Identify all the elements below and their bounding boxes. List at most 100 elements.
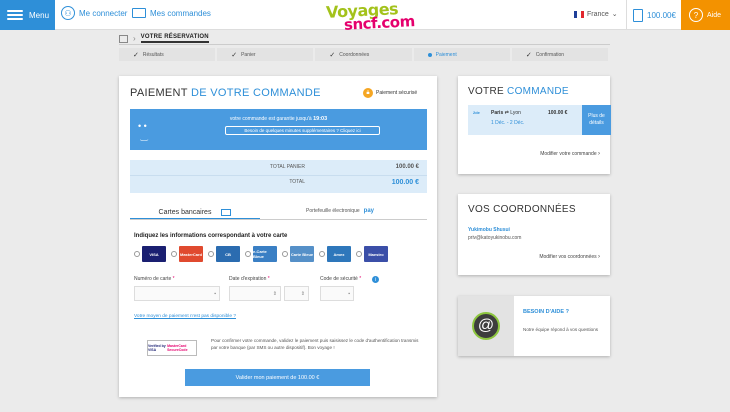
card-number-label: Numéro de carte * — [134, 276, 175, 282]
trip-origin: Paris — [491, 110, 504, 116]
breadcrumb-title: VOTRE RÉSERVATION — [140, 34, 209, 43]
card-type-options: VISA MasterCard CB e-Carte Bleue Carte B… — [134, 246, 388, 262]
tab-divider — [130, 219, 427, 220]
card-option-cb[interactable]: CB — [208, 246, 240, 262]
expiry-label-text: Date d'expiration — [229, 276, 267, 282]
total-panier-value: 100.00 € — [395, 164, 419, 170]
cart-button[interactable]: 100.00€ — [626, 0, 681, 30]
totals-box: TOTAL PANIER 100.00 € TOTAL 100.00 € — [130, 160, 427, 193]
step-coordonnees[interactable]: ✓ Coordonnées — [315, 48, 414, 61]
3d-secure-logos: Verified by VISA MasterCard SecureCode — [147, 340, 197, 356]
help-title: BESOIN D'AIDE ? — [523, 309, 569, 315]
radio-button[interactable] — [171, 251, 177, 257]
validate-payment-button[interactable]: Valider mon paiement de 100.00 € — [185, 369, 370, 386]
radio-button[interactable] — [245, 251, 251, 257]
tab-e-wallet[interactable]: Portefeuille électronique pay — [306, 208, 374, 214]
radio-button[interactable] — [208, 251, 214, 257]
modify-order-label: Modifier votre commande — [540, 151, 597, 157]
step-label: Confirmation — [535, 51, 565, 58]
my-orders-link[interactable]: Mes commandes — [132, 8, 211, 18]
tab-e-wallet-label: Portefeuille électronique — [306, 208, 360, 214]
verified-by-visa-logo: Verified by VISA — [148, 344, 166, 352]
order-title-part2: COMMANDE — [507, 86, 569, 97]
lock-icon: 🔒︎ — [363, 88, 373, 98]
tab-bank-cards[interactable]: Cartes bancaires — [130, 206, 260, 220]
check-icon: ✓ — [525, 51, 532, 59]
card-option-amex[interactable]: Amex — [319, 246, 351, 262]
menu-label: Menu — [29, 10, 50, 20]
hamburger-icon — [7, 10, 23, 20]
step-confirmation: ✓ Confirmation — [512, 48, 611, 61]
card-number-input[interactable]: ▪ — [134, 286, 220, 301]
card-option-visa[interactable]: VISA — [134, 246, 166, 262]
order-summary-panel: VOTRE COMMANDE 2de Paris ⇄ Lyon 1 Déc. -… — [458, 76, 611, 174]
step-resultats[interactable]: ✓ Résultats — [119, 48, 218, 61]
radio-button[interactable] — [282, 251, 288, 257]
expiry-month-select[interactable]: ⇕ — [229, 286, 281, 301]
language-selector[interactable]: France ⌄ — [574, 10, 618, 18]
card-option-e-carte-bleue[interactable]: e-Carte Bleue — [245, 246, 277, 262]
coordinates-panel: VOS COORDONNÉES Yukimobu Shusui priv@kat… — [458, 194, 610, 275]
chevron-right-icon: › — [598, 254, 600, 260]
smiley-icon: • • ‿ — [138, 121, 148, 141]
cvv-input[interactable]: ▪ — [320, 286, 354, 301]
progress-steps: ✓ Résultats ✓ Panier ✓ Coordonnées Paiement… — [119, 48, 611, 61]
help-panel[interactable]: @ BESOIN D'AIDE ? Notre équipe répond à … — [458, 296, 610, 356]
help-button[interactable]: ? Aide — [681, 0, 730, 30]
e-carte-bleue-logo-icon: e-Carte Bleue — [253, 246, 277, 262]
card-option-maestro[interactable]: Maestro — [356, 246, 388, 262]
payment-title-part2: DE VOTRE COMMANDE — [190, 87, 321, 99]
extra-time-button[interactable]: Besoin de quelques minutes supplémentair… — [225, 126, 380, 135]
step-label: Paiement — [435, 51, 457, 58]
check-icon: ✓ — [133, 51, 139, 59]
round-trip-arrows-icon: ⇄ — [504, 110, 509, 116]
cvv-label-text: Code de sécurité — [320, 276, 358, 282]
top-header: Menu ⚇ Me connecter Mes commandes Voyage… — [0, 0, 730, 34]
expiry-year-select[interactable]: ⇕ — [284, 286, 309, 301]
orders-label: Mes commandes — [150, 8, 211, 18]
voyages-sncf-logo[interactable]: Voyages sncf.com — [326, 0, 416, 34]
paylib-logo: pay — [363, 208, 374, 214]
modify-coordinates-link[interactable]: Modifier vos coordonnées › — [539, 254, 600, 260]
current-step-dot-icon — [427, 52, 432, 57]
payment-title-part1: PAIEMENT — [130, 87, 188, 99]
login-link[interactable]: ⚇ Me connecter — [61, 6, 127, 20]
trip-price: 100.00 € — [548, 110, 568, 116]
carte-bleue-logo-icon: Carte Bleue — [290, 246, 314, 262]
step-label: Coordonnées — [339, 51, 370, 58]
menu-button[interactable]: Menu — [0, 0, 55, 30]
step-label: Panier — [241, 51, 256, 58]
total-panier-label: TOTAL PANIER — [269, 164, 305, 170]
step-panier[interactable]: ✓ Panier — [217, 48, 316, 61]
payment-method-unavailable-link[interactable]: Votre moyen de paiement n'est pas dispon… — [134, 314, 236, 319]
guarantee-time: 19:03 — [313, 116, 328, 122]
radio-button[interactable] — [319, 251, 325, 257]
maestro-logo-icon: Maestro — [364, 246, 388, 262]
trip-dates: 1 Déc. - 2 Déc. — [491, 120, 525, 126]
trip-summary: 2de Paris ⇄ Lyon 1 Déc. - 2 Déc. 100.00 … — [468, 105, 611, 135]
select-arrows-icon: ⇕ — [272, 290, 277, 297]
info-icon[interactable]: i — [372, 276, 379, 283]
help-description: Notre équipe répond à vos questions — [523, 327, 599, 332]
total-panier-row: TOTAL PANIER 100.00 € — [130, 164, 427, 176]
trip-route: Paris ⇄ Lyon — [491, 110, 521, 116]
amex-logo-icon: Amex — [327, 246, 351, 262]
customer-email: priv@katoyukinobu.com — [468, 235, 522, 241]
card-option-mastercard[interactable]: MasterCard — [171, 246, 203, 262]
authentication-info: Pour confirmer votre commande, validez l… — [211, 338, 419, 350]
radio-button[interactable] — [134, 251, 140, 257]
user-icon: ⚇ — [61, 6, 75, 20]
step-paiement: Paiement — [414, 48, 512, 61]
customer-name: Yukimobu Shusui — [468, 227, 510, 233]
travel-class-badge: 2de — [473, 110, 480, 115]
radio-button[interactable] — [356, 251, 362, 257]
email-at-icon: @ — [472, 312, 500, 340]
chevron-down-icon: ⌄ — [611, 11, 618, 18]
modify-order-link[interactable]: Modifier votre commande › — [540, 151, 600, 157]
card-option-carte-bleue[interactable]: Carte Bleue — [282, 246, 314, 262]
cart-total: 100.00€ — [647, 10, 676, 20]
lock-icon: ▪ — [348, 290, 350, 297]
more-details-button[interactable]: Plus de détails — [582, 105, 611, 135]
login-label: Me connecter — [79, 8, 128, 18]
home-icon[interactable] — [119, 34, 128, 43]
